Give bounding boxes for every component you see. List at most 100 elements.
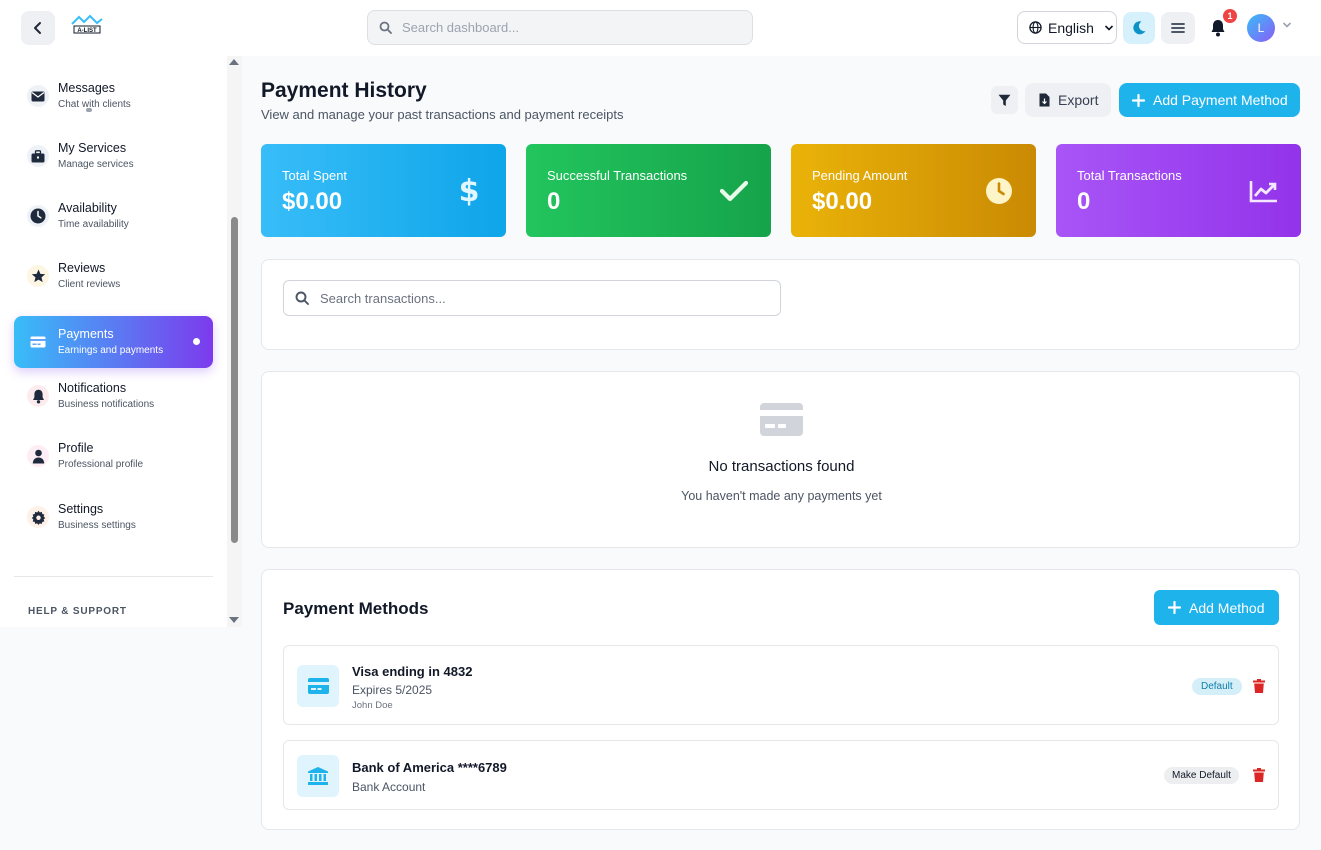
sidebar-item-sub: Business notifications <box>58 399 155 410</box>
stat-value: 0 <box>547 188 561 215</box>
sidebar-item-sub: Time availability <box>58 219 129 230</box>
stat-label: Total Transactions <box>1077 168 1182 183</box>
dollar-icon: $ <box>458 173 480 209</box>
check-icon <box>719 176 749 206</box>
method-name: Bank of America ****6789 <box>352 760 507 775</box>
theme-toggle[interactable] <box>1123 12 1155 44</box>
dashboard-search[interactable] <box>367 10 753 45</box>
sidebar-item-profile[interactable]: Profile Professional profile <box>14 430 213 482</box>
add-payment-method-button[interactable]: Add Payment Method <box>1119 83 1300 117</box>
clock-icon <box>27 205 49 227</box>
stat-label: Total Spent <box>282 168 348 183</box>
svg-text:A-LIST: A-LIST <box>77 28 97 34</box>
sidebar-item-label: Settings <box>58 502 104 516</box>
sidebar-item-sub: Client reviews <box>58 279 121 290</box>
bell-icon <box>1211 20 1225 37</box>
clock-icon <box>984 176 1014 206</box>
menu-button[interactable] <box>1161 12 1195 44</box>
chevron-left-icon <box>34 22 41 34</box>
sidebar-item-sub: Professional profile <box>58 459 144 470</box>
gear-icon <box>27 506 49 528</box>
search-icon <box>295 291 309 305</box>
back-button[interactable] <box>21 11 55 45</box>
sidebar-divider <box>14 576 213 577</box>
sidebar-item-messages[interactable]: Messages Chat with clients <box>14 70 213 122</box>
export-button[interactable]: Export <box>1025 83 1111 117</box>
export-label: Export <box>1058 92 1099 108</box>
sidebar-item-label: Profile <box>58 441 94 455</box>
chevron-down-icon[interactable] <box>1282 21 1292 29</box>
sidebar-item-label: Payments <box>58 327 114 341</box>
bank-icon <box>297 755 339 797</box>
stat-card-total-transactions: Total Transactions 0 <box>1056 144 1301 237</box>
stat-card-successful-transactions: Successful Transactions 0 <box>526 144 771 237</box>
payment-methods-panel: Payment Methods Add Method Visa ending i… <box>261 569 1300 830</box>
payment-method-card[interactable]: Bank of America ****6789 Bank Account Ma… <box>283 740 1279 810</box>
filter-button[interactable] <box>991 86 1018 114</box>
stat-card-total-spent: Total Spent $0.00 $ <box>261 144 506 237</box>
trash-icon[interactable] <box>1252 767 1266 783</box>
stat-value: $0.00 <box>812 188 873 215</box>
language-label: English <box>1048 19 1094 36</box>
hamburger-icon <box>1171 23 1185 33</box>
sidebar-item-label: Reviews <box>58 261 106 275</box>
dashboard-search-input[interactable] <box>402 20 722 35</box>
add-method-label: Add Method <box>1189 599 1265 616</box>
transaction-search-panel <box>261 259 1300 350</box>
credit-card-icon <box>760 403 803 441</box>
user-icon <box>27 445 49 467</box>
active-indicator <box>193 338 200 345</box>
notification-count-badge: 1 <box>1223 9 1237 23</box>
method-name: Visa ending in 4832 <box>352 664 473 679</box>
default-badge: Default <box>1192 678 1242 695</box>
avatar[interactable]: L <box>1247 14 1275 42</box>
scroll-up-arrow-icon[interactable] <box>229 59 239 65</box>
sidebar-item-notifications[interactable]: Notifications Business notifications <box>14 370 213 422</box>
stat-label: Pending Amount <box>812 168 908 183</box>
payment-method-card[interactable]: Visa ending in 4832 Expires 5/2025 John … <box>283 645 1279 725</box>
method-expiry: Expires 5/2025 <box>352 683 433 697</box>
transaction-search[interactable] <box>283 280 781 316</box>
method-type: Bank Account <box>352 780 426 794</box>
chart-line-icon <box>1249 176 1279 206</box>
add-method-button[interactable]: Add Method <box>1154 590 1279 625</box>
transactions-list-panel: No transactions found You haven't made a… <box>261 371 1300 548</box>
sidebar-item-label: Notifications <box>58 381 127 395</box>
make-default-button[interactable]: Make Default <box>1164 767 1239 784</box>
language-select[interactable]: English <box>1017 11 1117 44</box>
credit-card-icon <box>27 331 49 353</box>
search-icon <box>379 21 392 34</box>
sidebar-item-reviews[interactable]: Reviews Client reviews <box>14 250 213 302</box>
chevron-down-icon <box>1104 24 1113 31</box>
stat-value: $0.00 <box>282 188 343 215</box>
scrollbar-thumb[interactable] <box>231 217 238 543</box>
payment-methods-title: Payment Methods <box>283 599 429 618</box>
globe-icon <box>1029 21 1042 34</box>
moon-icon <box>1133 21 1146 35</box>
sidebar-item-my-services[interactable]: My Services Manage services <box>14 130 213 182</box>
scroll-down-arrow-icon[interactable] <box>229 617 239 623</box>
plus-icon <box>1168 601 1181 614</box>
sidebar-item-sub: Earnings and payments <box>58 345 164 356</box>
sidebar-item-payments[interactable]: Payments Earnings and payments <box>14 316 213 368</box>
sidebar: Messages Chat with clients My Services M… <box>0 56 242 627</box>
help-support-heading: HELP & SUPPORT <box>28 606 127 617</box>
logo[interactable]: A-LIST <box>70 14 104 36</box>
sidebar-item-label: Messages <box>58 81 115 95</box>
transaction-search-input[interactable] <box>320 290 760 306</box>
stat-label: Successful Transactions <box>547 168 688 183</box>
sidebar-item-label: Availability <box>58 201 117 215</box>
briefcase-icon <box>27 145 49 167</box>
add-payment-method-label: Add Payment Method <box>1153 92 1288 108</box>
credit-card-icon <box>297 665 339 707</box>
sidebar-item-settings[interactable]: Settings Business settings <box>14 491 213 543</box>
stat-value: 0 <box>1077 188 1091 215</box>
trash-icon[interactable] <box>1252 678 1266 694</box>
stat-card-pending-amount: Pending Amount $0.00 <box>791 144 1036 237</box>
envelope-icon <box>27 85 49 107</box>
page-subtitle: View and manage your past transactions a… <box>261 107 624 122</box>
sidebar-item-sub: Manage services <box>58 159 134 170</box>
sidebar-item-availability[interactable]: Availability Time availability <box>14 190 213 242</box>
page-title: Payment History <box>261 79 427 102</box>
bell-icon <box>27 385 49 407</box>
